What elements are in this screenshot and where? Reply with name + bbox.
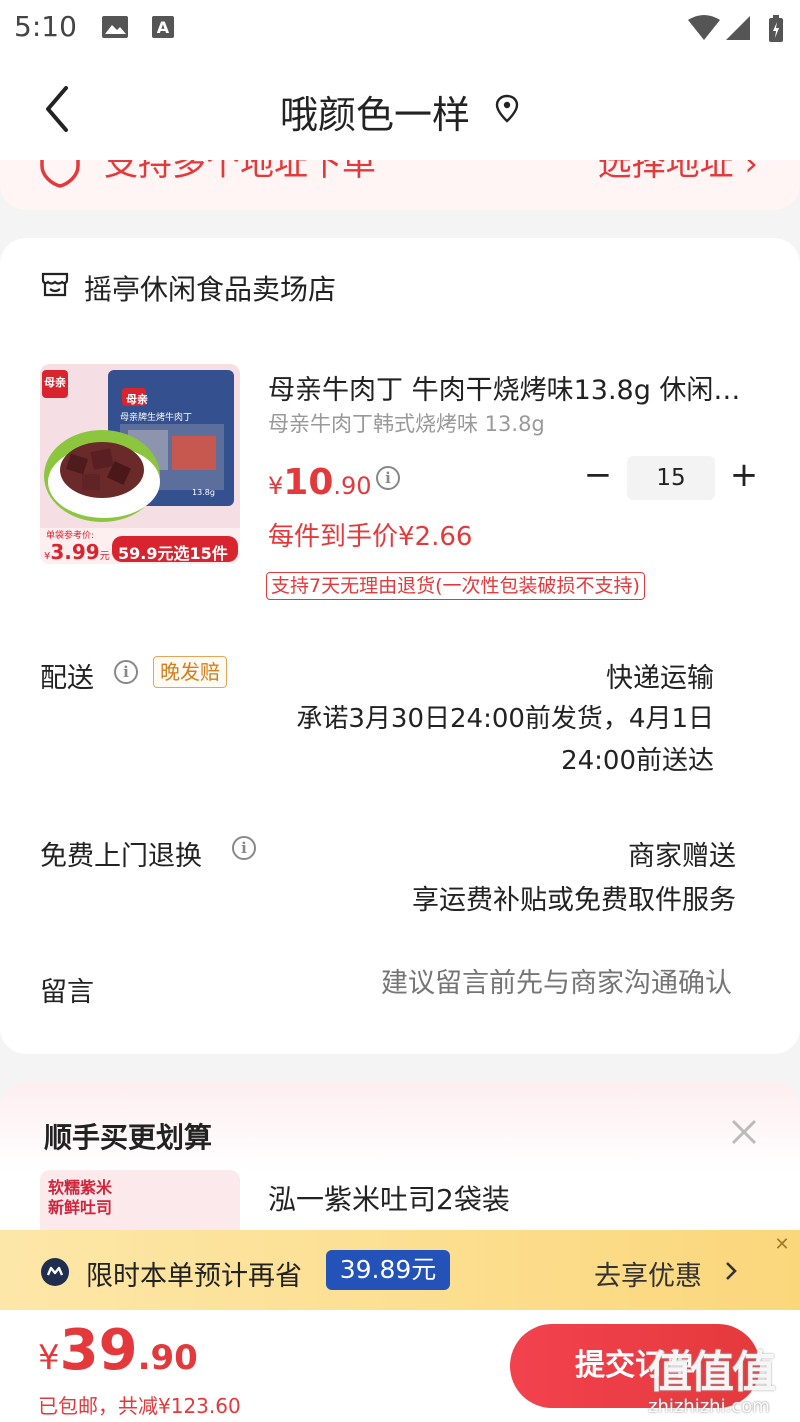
price-info-icon[interactable]: i <box>376 466 400 490</box>
shipping-method: 快递运输 <box>606 663 714 694</box>
delivery-info-icon[interactable]: i <box>114 660 138 684</box>
shipping-promise: 承诺3月30日24:00前发货，4月1日24:00前送达 <box>296 704 714 776</box>
quantity-increase-button[interactable]: + <box>728 458 760 492</box>
pack-weight-text: 13.8g <box>192 488 215 497</box>
return-policy-badge: 支持7天无理由退货(一次性包装破损不支持) <box>266 572 645 600</box>
free-return-desc: 享运费补贴或免费取件服务 <box>412 885 736 916</box>
order-card: 摇亭休闲食品卖场店 母亲 母亲 母亲牌生烤牛肉丁 13.8g 单袋参考价: ¥3… <box>0 238 800 1054</box>
quantity-input[interactable]: 15 <box>627 456 715 500</box>
coupon-amount: 39.89元 <box>326 1250 450 1290</box>
upsell-item-name[interactable]: 泓一紫米吐司2袋装 <box>268 1178 510 1218</box>
coupon-action[interactable]: 去享优惠 <box>594 1254 702 1293</box>
coupon-text: 限时本单预计再省 <box>86 1261 302 1292</box>
product-title[interactable]: 母亲牛肉丁 牛肉干烧烤味13.8g 休闲零食 <box>268 368 758 407</box>
multi-address-text: 支持多个地址下单 <box>104 160 376 184</box>
gallery-icon <box>102 16 128 38</box>
total-note: 已包邮，共减¥123.60 <box>38 1394 241 1418</box>
coupon-close-button[interactable]: ✕ <box>764 1230 800 1260</box>
font-icon: A <box>152 16 174 38</box>
product-spec[interactable]: 母亲牛肉丁韩式烧烤味 13.8g <box>268 408 545 438</box>
free-return-info-icon[interactable]: i <box>232 836 256 860</box>
savings-icon <box>41 1258 69 1286</box>
product-price: ¥10.90 <box>268 462 372 503</box>
wifi-icon <box>688 15 720 40</box>
close-icon[interactable] <box>728 1116 760 1148</box>
watermark: 值值值 zhizhizhi.com <box>648 1336 796 1417</box>
pack-title-text: 母亲牌生烤牛肉丁 <box>120 413 193 423</box>
multi-address-banner[interactable]: 支持多个地址下单 选择地址 › <box>0 160 800 210</box>
store-name[interactable]: 摇亭休闲食品卖场店 <box>84 268 336 308</box>
quantity-decrease-button[interactable]: − <box>582 458 614 492</box>
upsell-title: 顺手买更划算 <box>44 1121 213 1154</box>
total-price: ¥39.90 <box>38 1318 198 1383</box>
location-icon[interactable] <box>494 94 520 124</box>
product-image[interactable]: 母亲 母亲 母亲牌生烤牛肉丁 13.8g 单袋参考价: ¥3.99元 59.9元… <box>40 364 240 564</box>
unit-price: 每件到手价¥2.66 <box>268 522 473 552</box>
status-bar: 5:10 A <box>0 0 800 56</box>
battery-icon <box>769 15 783 42</box>
message-input[interactable] <box>312 968 732 999</box>
chevron-right-icon <box>726 1262 737 1280</box>
page-title: 哦颜色一样 <box>279 93 470 137</box>
choose-address-link[interactable]: 选择地址 › <box>598 160 758 185</box>
watermark-logo: 值值值 <box>648 1347 776 1398</box>
coupon-bar[interactable]: 限时本单预计再省 39.89元 去享优惠 ✕ <box>0 1230 800 1310</box>
free-return-title: 商家赠送 <box>628 841 736 872</box>
pack-logo-text: 母亲 <box>126 393 148 406</box>
delivery-label: 配送 <box>40 663 94 694</box>
status-time: 5:10 <box>14 10 77 43</box>
signal-icon <box>726 16 750 40</box>
svg-text:A: A <box>157 18 170 37</box>
upsell-image-text: 软糯紫米 新鲜吐司 <box>48 1178 113 1217</box>
shield-location-icon <box>40 160 80 188</box>
free-return-label: 免费上门退换 <box>40 841 202 872</box>
brand-logo-text: 母亲 <box>44 376 66 389</box>
ref-price: ¥3.99元 <box>44 540 110 564</box>
late-compensation-badge[interactable]: 晚发赔 <box>153 656 227 688</box>
store-icon <box>41 272 69 297</box>
header: 哦颜色一样 <box>0 56 800 160</box>
bundle-offer: 59.9元选15件 <box>118 544 228 563</box>
message-label: 留言 <box>40 977 94 1008</box>
